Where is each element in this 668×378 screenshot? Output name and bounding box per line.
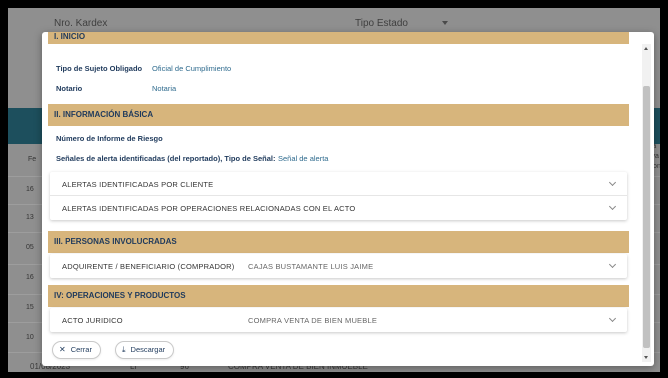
background-row-cell: 05	[26, 244, 34, 251]
background-row-cell: 16	[26, 274, 34, 281]
field-label-sujeto-obligado: Tipo de Sujeto Obligado	[56, 64, 143, 73]
background-col-fragment: Fe	[28, 156, 37, 163]
section-header-personas-involucradas: III. PERSONAS INVOLUCRADAS	[48, 231, 629, 253]
background-row-cell: 13	[26, 214, 34, 221]
scroll-up-arrow-icon[interactable]	[644, 47, 648, 50]
chevron-down-icon	[608, 314, 617, 323]
download-button-label: Descargar	[130, 345, 166, 354]
accordion-adquirente[interactable]: ADQUIRENTE / BENEFICIARIO (COMPRADOR) CA…	[50, 254, 627, 278]
personas-accordion: ADQUIRENTE / BENEFICIARIO (COMPRADOR) CA…	[50, 254, 627, 278]
close-button[interactable]: ✕ Cerrar	[52, 341, 101, 359]
close-button-label: Cerrar	[70, 345, 92, 354]
accordion-alertas-operaciones[interactable]: ALERTAS IDENTIFICADAS POR OPERACIONES RE…	[50, 196, 627, 220]
scroll-down-arrow-icon[interactable]	[644, 356, 648, 359]
chevron-down-icon	[608, 202, 617, 211]
accordion-label: ALERTAS IDENTIFICADAS POR OPERACIONES RE…	[62, 204, 356, 213]
accordion-label: ADQUIRENTE / BENEFICIARIO (COMPRADOR)	[62, 262, 235, 271]
background-row-cell: 10	[26, 334, 34, 341]
field-value-senales-alerta: Señal de alerta	[278, 154, 329, 163]
field-value-notario: Notaria	[152, 84, 177, 93]
operaciones-accordion: ACTO JURIDICO COMPRA VENTA DE BIEN MUEBL…	[50, 308, 627, 332]
accordion-label: ACTO JURIDICO	[62, 316, 123, 325]
field-label-senales-alerta: Señales de alerta identificadas (del rep…	[56, 154, 276, 163]
field-label-notario: Notario	[56, 84, 83, 93]
chevron-down-icon	[608, 178, 617, 187]
download-button[interactable]: ⤓ Descargar	[115, 341, 175, 359]
scrollbar-thumb[interactable]	[643, 86, 650, 348]
alerts-accordion: ALERTAS IDENTIFICADAS POR CLIENTE ALERTA…	[50, 172, 627, 220]
chevron-down-icon	[608, 260, 617, 269]
section-header-inicio: I. INICIO	[48, 32, 629, 44]
estado-dropdown-arrow-icon	[442, 21, 448, 25]
background-row-cell: 15	[26, 304, 34, 311]
accordion-acto-juridico[interactable]: ACTO JURIDICO COMPRA VENTA DE BIEN MUEBL…	[50, 308, 627, 332]
kardex-detail-dialog: I. INICIO Tipo de Sujeto Obligado Oficia…	[42, 32, 654, 366]
field-value-sujeto-obligado: Oficial de Cumplimiento	[152, 64, 232, 73]
download-icon: ⤓	[122, 345, 126, 354]
field-label-informe-riesgo: Número de Informe de Riesgo	[56, 134, 163, 143]
section-header-operaciones-productos: IV: OPERACIONES Y PRODUCTOS	[48, 285, 629, 307]
background-row-cell: 16	[26, 186, 34, 193]
close-icon: ✕	[59, 345, 66, 354]
dialog-scrollbar[interactable]	[642, 44, 651, 362]
dialog-scroll-content: I. INICIO Tipo de Sujeto Obligado Oficia…	[48, 32, 629, 366]
accordion-value: CAJAS BUSTAMANTE LUIS JAIME	[248, 262, 374, 271]
accordion-alertas-cliente[interactable]: ALERTAS IDENTIFICADAS POR CLIENTE	[50, 172, 627, 196]
accordion-label: ALERTAS IDENTIFICADAS POR CLIENTE	[62, 180, 214, 189]
section-header-informacion-basica: II. INFORMACIÓN BÁSICA	[48, 104, 629, 126]
kardex-filter-label: Nro. Kardex	[54, 18, 108, 29]
screen-frame: Nro. Kardex Tipo Estado Fe 16 13 05 16 1…	[8, 8, 660, 372]
accordion-value: COMPRA VENTA DE BIEN MUEBLE	[248, 316, 378, 325]
estado-filter-label: Tipo Estado	[355, 18, 408, 29]
